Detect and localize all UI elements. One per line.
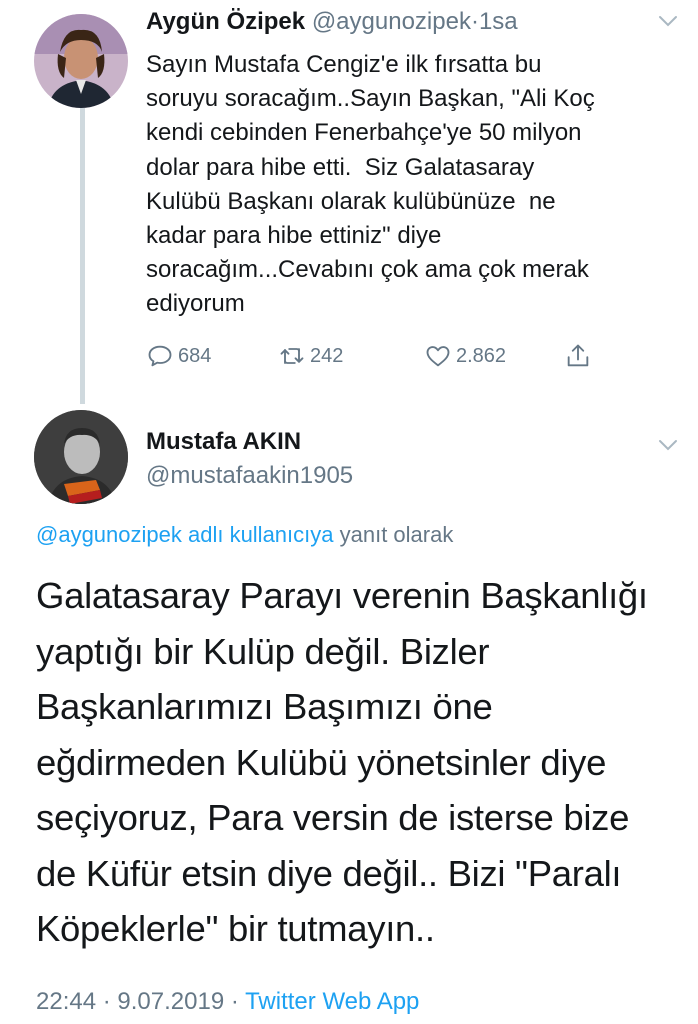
separator-dot: · (230, 988, 239, 1015)
reply-context-suffix: yanıt olarak (333, 522, 454, 547)
chevron-down-icon[interactable] (658, 14, 678, 28)
avatar[interactable] (34, 410, 128, 504)
chevron-down-icon[interactable] (658, 438, 678, 452)
thread-connector-line (80, 108, 85, 404)
reply-button[interactable]: 684 (146, 342, 211, 370)
separator-dot: · (470, 8, 479, 35)
retweet-icon (280, 348, 304, 364)
author-handle[interactable]: @mustafaakin1905 (146, 462, 353, 490)
like-count: 2.862 (456, 344, 507, 367)
like-button[interactable]: 2.862 (424, 342, 506, 370)
avatar[interactable] (34, 14, 128, 108)
reply-icon (148, 345, 172, 367)
tweet-date[interactable]: 9.07.2019 (117, 988, 224, 1015)
tweet-actions: 684 242 2.862 (146, 342, 616, 374)
like-icon (426, 346, 450, 367)
share-button[interactable] (564, 342, 592, 370)
retweet-count: 242 (310, 344, 344, 367)
separator-dot: · (102, 988, 111, 1015)
tweet-time[interactable]: 22:44 (36, 988, 96, 1015)
replying-to-link[interactable]: @aygunozipek adlı kullanıcıya (36, 522, 334, 547)
reply-count: 684 (178, 344, 212, 367)
tweet-meta: 22:44 · 9.07.2019 · Twitter Web App (36, 988, 419, 1016)
tweet-text: Galatasaray Parayı verenin Başkanlığı ya… (36, 575, 648, 949)
tweet-time[interactable]: 1sa (479, 8, 518, 35)
retweet-button[interactable]: 242 (278, 342, 343, 370)
reply-context: @aygunozipek adlı kullanıcıya yanıt olar… (36, 522, 453, 548)
tweet-header: Aygün Özipek @aygunozipek·1sa (146, 8, 518, 36)
author-name[interactable]: Mustafa AKIN (146, 428, 301, 456)
tweet-source-link[interactable]: Twitter Web App (245, 988, 419, 1015)
author-name[interactable]: Aygün Özipek (146, 8, 305, 35)
share-icon (567, 344, 589, 367)
tweet-text: Sayın Mustafa Cengiz'e ilk fırsatta bu s… (146, 51, 595, 318)
author-handle[interactable]: @aygunozipek (312, 8, 471, 35)
